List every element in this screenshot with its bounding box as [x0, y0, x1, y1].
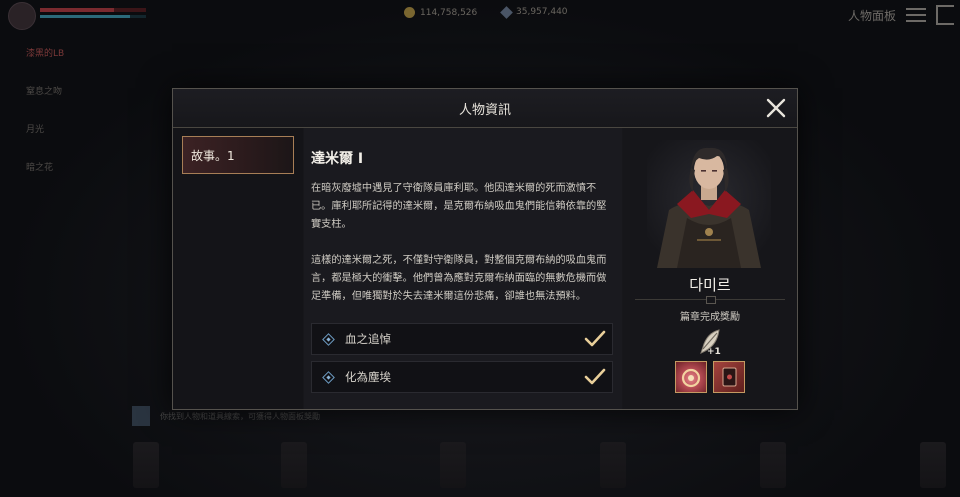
check-icon — [584, 330, 606, 347]
menu-icon[interactable] — [906, 4, 926, 26]
bottom-slot[interactable] — [281, 442, 307, 488]
player-avatar[interactable] — [8, 2, 36, 30]
check-icon — [584, 368, 606, 385]
close-icon — [766, 98, 786, 118]
sub-story-label: 血之追悼 — [345, 332, 391, 346]
reward-item-card[interactable] — [713, 361, 745, 393]
sidebar-item-1[interactable]: 漆黑的LB — [26, 46, 64, 59]
bottom-slot[interactable] — [600, 442, 626, 488]
gem-icon — [500, 5, 513, 19]
sidebar-item-2[interactable]: 窒息之吻 — [26, 84, 62, 97]
reward-item-ring[interactable] — [675, 361, 707, 393]
hud-right-controls: 人物面板 — [848, 4, 960, 26]
story-tab-label: 故事。1 — [191, 148, 235, 163]
exit-icon[interactable] — [936, 5, 954, 25]
background-hint-text: 你找到人物和道具線索，可獲得人物面板獎勵 — [160, 411, 320, 421]
story-content: 達米爾 I 在暗灰廢墟中遇見了守衛隊員庫利耶。他因達米爾的死而激憤不已。庫利耶所… — [304, 128, 622, 409]
reward-caption: 篇章完成獎勵 — [680, 312, 740, 323]
modal-header: 人物資訊 — [173, 89, 797, 128]
top-hud: 114,758,526 35,957,440 人物面板 — [0, 0, 960, 30]
close-button[interactable] — [765, 97, 787, 119]
character-info-modal: 人物資訊 故事。1 達米爾 I 在暗灰廢墟中遇見了守衛隊員庫利耶。他因達米爾的死… — [172, 88, 798, 410]
sub-story-label: 化為塵埃 — [345, 370, 391, 384]
sidebar-item-3[interactable]: 月光 — [26, 122, 44, 135]
diamond-icon — [321, 370, 335, 384]
scroll-icon — [132, 406, 150, 426]
divider — [635, 296, 785, 304]
reward-count: +1 — [707, 347, 721, 357]
bottom-slot[interactable] — [133, 442, 159, 488]
diamond-icon — [321, 332, 335, 346]
character-panel: 다미르 篇章完成獎勵 +1 — [623, 128, 797, 409]
mp-bar — [40, 15, 146, 18]
gold-coin-icon — [404, 7, 415, 18]
bottom-slot[interactable] — [440, 442, 466, 488]
story-tab-1[interactable]: 故事。1 — [182, 136, 294, 174]
ring-icon — [681, 368, 701, 388]
card-icon — [722, 367, 737, 387]
bottom-slot[interactable] — [920, 442, 946, 488]
gold-counter: 114,758,526 — [404, 7, 477, 18]
sub-story-item[interactable]: 血之追悼 — [311, 323, 613, 355]
bottom-slot[interactable] — [760, 442, 786, 488]
hp-bar — [40, 8, 146, 12]
sub-story-item[interactable]: 化為塵埃 — [311, 361, 613, 393]
sidebar-item-4[interactable]: 暗之花 — [26, 160, 53, 173]
character-name: 다미르 — [689, 276, 731, 294]
story-body: 在暗灰廢墟中遇見了守衛隊員庫利耶。他因達米爾的死而激憤不已。庫利耶所記得的達米爾… — [311, 180, 613, 324]
gold-amount: 114,758,526 — [420, 7, 478, 18]
story-list: 故事。1 — [173, 128, 303, 409]
character-portrait — [647, 140, 771, 268]
gem-counter: 35,957,440 — [500, 5, 568, 19]
story-paragraph: 這樣的達米爾之死，不僅對守衛隊員，對整個克爾布納的吸血鬼而言，都是極大的衝擊。他… — [311, 255, 607, 302]
character-panel-button[interactable]: 人物面板 — [848, 7, 896, 24]
modal-title: 人物資訊 — [458, 103, 511, 118]
story-title: 達米爾 I — [311, 151, 364, 167]
story-paragraph: 在暗灰廢墟中遇見了守衛隊員庫利耶。他因達米爾的死而激憤不已。庫利耶所記得的達米爾… — [311, 183, 607, 230]
gem-amount: 35,957,440 — [516, 7, 568, 17]
